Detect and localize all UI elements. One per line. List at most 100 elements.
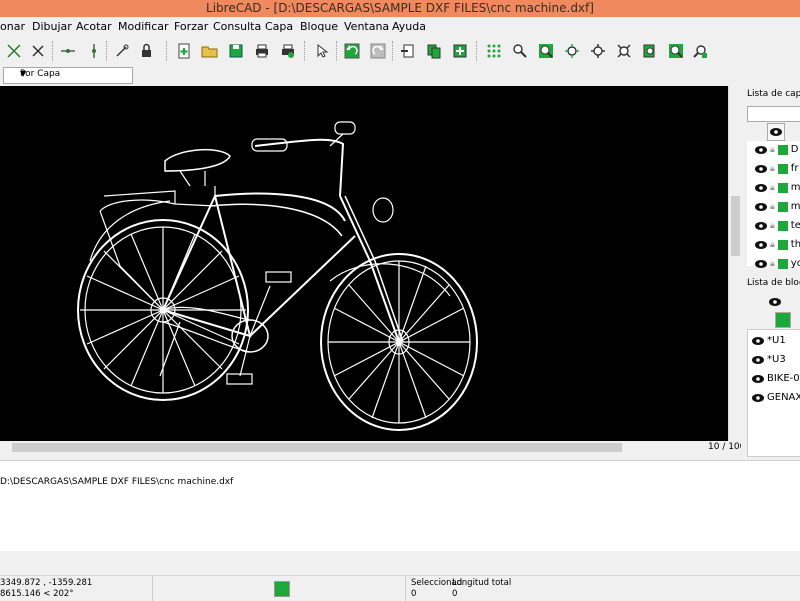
menu-dibujar[interactable]: Dibujar [32, 20, 72, 33]
length-label: Longitud total [452, 578, 512, 588]
layer-list: 🔒︎ D 🔒︎ fr 🔒︎ m 🔒︎ m 🔒︎ te 🔒︎ th 🔒︎ yo [747, 141, 800, 269]
status-bar: 3349.872 , -1359.281 8615.146 < 202° Sel… [0, 575, 800, 601]
drawing-canvas[interactable] [0, 86, 728, 441]
eye-icon[interactable] [755, 164, 767, 173]
restrict-icon[interactable] [112, 41, 132, 61]
block-row[interactable]: *U1 [752, 332, 786, 349]
eye-icon[interactable] [752, 393, 764, 402]
print-icon[interactable] [777, 239, 788, 250]
eye-icon[interactable] [755, 145, 767, 154]
canvas-vertical-scrollbar[interactable] [728, 86, 742, 441]
eye-icon[interactable] [755, 221, 767, 230]
layer-panel-title: Lista de capas [747, 89, 800, 99]
show-all-blocks-button[interactable] [767, 294, 783, 310]
layer-row[interactable]: 🔒︎ th [755, 236, 800, 253]
selected-value: 0 [411, 589, 417, 599]
eye-icon[interactable] [755, 240, 767, 249]
select-cursor-icon[interactable] [312, 41, 332, 61]
layer-row[interactable]: 🔒︎ m [755, 179, 800, 196]
copy-icon[interactable] [424, 41, 444, 61]
main-toolbar [0, 37, 800, 66]
zoom-window-icon[interactable] [614, 41, 634, 61]
layer-row[interactable]: 🔒︎ D [755, 141, 799, 158]
menu-seleccionar[interactable]: onar [0, 20, 25, 33]
lock-icon[interactable]: 🔒︎ [770, 259, 775, 269]
menu-forzar[interactable]: Forzar [174, 20, 208, 33]
menu-ventana[interactable]: Ventana [344, 20, 389, 33]
print-icon[interactable] [777, 258, 788, 269]
layer-row[interactable]: 🔒︎ te [755, 217, 800, 234]
lock-relative-zero-icon[interactable] [136, 41, 156, 61]
eye-icon[interactable] [752, 374, 764, 383]
block-row[interactable]: BIKE-0 [752, 370, 800, 387]
print-icon[interactable] [777, 144, 788, 155]
toolbar-separator [476, 41, 481, 61]
eye-icon[interactable] [752, 355, 764, 364]
canvas-horizontal-scrollbar[interactable] [0, 441, 741, 454]
eye-icon [770, 128, 782, 136]
lock-icon[interactable]: 🔒︎ [770, 145, 775, 155]
open-folder-icon[interactable] [200, 41, 220, 61]
block-panel-title: Lista de bloques [747, 278, 800, 288]
print-icon[interactable] [252, 41, 272, 61]
paste-icon[interactable] [450, 41, 470, 61]
grid-icon[interactable] [484, 41, 504, 61]
menu-modificar[interactable]: Modificar [118, 20, 169, 33]
length-value: 0 [452, 589, 458, 599]
eye-icon[interactable] [755, 202, 767, 211]
snap-midpoint-icon[interactable] [58, 41, 78, 61]
grid-info: 10 / 100 [708, 442, 746, 452]
zoom-auto-icon[interactable] [588, 41, 608, 61]
print-icon[interactable] [777, 201, 788, 212]
menu-acotar[interactable]: Acotar [76, 20, 112, 33]
zoom-select-icon[interactable] [690, 41, 710, 61]
command-output[interactable]: D:\DESCARGAS\SAMPLE DXF FILES\cnc machin… [0, 460, 800, 551]
mouse-action-icon [274, 581, 290, 597]
save-icon[interactable] [226, 41, 246, 61]
zoom-in-icon[interactable] [536, 41, 556, 61]
snap-intersection-icon[interactable] [4, 41, 24, 61]
block-list: *U1 *U3 BIKE-0 GENAXI [747, 329, 800, 457]
add-block-icon[interactable] [775, 312, 791, 328]
scrollbar-thumb[interactable] [12, 443, 622, 452]
layer-filter-input[interactable] [747, 106, 800, 122]
new-file-icon[interactable] [174, 41, 194, 61]
snap-cross-icon[interactable] [28, 41, 48, 61]
block-row[interactable]: GENAXI [752, 389, 800, 406]
cut-icon[interactable] [398, 41, 418, 61]
scrollbar-thumb[interactable] [731, 196, 740, 256]
zoom-pan-icon[interactable] [666, 41, 686, 61]
pen-select[interactable]: Por Capa ▼ [3, 67, 133, 84]
menu-capa[interactable]: Capa [265, 20, 293, 33]
zoom-redraw-icon[interactable] [510, 41, 530, 61]
undo-icon[interactable] [342, 41, 362, 61]
show-all-layers-button[interactable] [767, 123, 785, 141]
print-icon[interactable] [777, 220, 788, 231]
print-preview-icon[interactable] [278, 41, 298, 61]
block-row[interactable]: *U3 [752, 351, 786, 368]
toolbar-separator [52, 41, 57, 61]
zoom-previous-icon[interactable] [640, 41, 660, 61]
layer-row[interactable]: 🔒︎ fr [755, 160, 798, 177]
zoom-out-icon[interactable] [562, 41, 582, 61]
eye-icon[interactable] [755, 183, 767, 192]
lock-icon[interactable]: 🔒︎ [770, 202, 775, 212]
eye-icon[interactable] [755, 259, 767, 268]
print-icon[interactable] [777, 163, 788, 174]
chevron-down-icon: ▼ [20, 69, 27, 78]
lock-icon[interactable]: 🔒︎ [770, 183, 775, 193]
relative-coordinates: 8615.146 < 202° [0, 589, 74, 599]
lock-icon[interactable]: 🔒︎ [770, 240, 775, 250]
layer-row[interactable]: 🔒︎ m [755, 198, 800, 215]
lock-icon[interactable]: 🔒︎ [770, 221, 775, 231]
redo-icon[interactable] [368, 41, 388, 61]
lock-icon[interactable]: 🔒︎ [770, 164, 775, 174]
absolute-coordinates: 3349.872 , -1359.281 [0, 578, 93, 588]
snap-point-icon[interactable] [84, 41, 104, 61]
menu-consulta[interactable]: Consulta [213, 20, 261, 33]
layer-row[interactable]: 🔒︎ yo [755, 255, 800, 272]
menu-bloque[interactable]: Bloque [300, 20, 338, 33]
print-icon[interactable] [777, 182, 788, 193]
menu-ayuda[interactable]: Ayuda [392, 20, 426, 33]
eye-icon[interactable] [752, 336, 764, 345]
